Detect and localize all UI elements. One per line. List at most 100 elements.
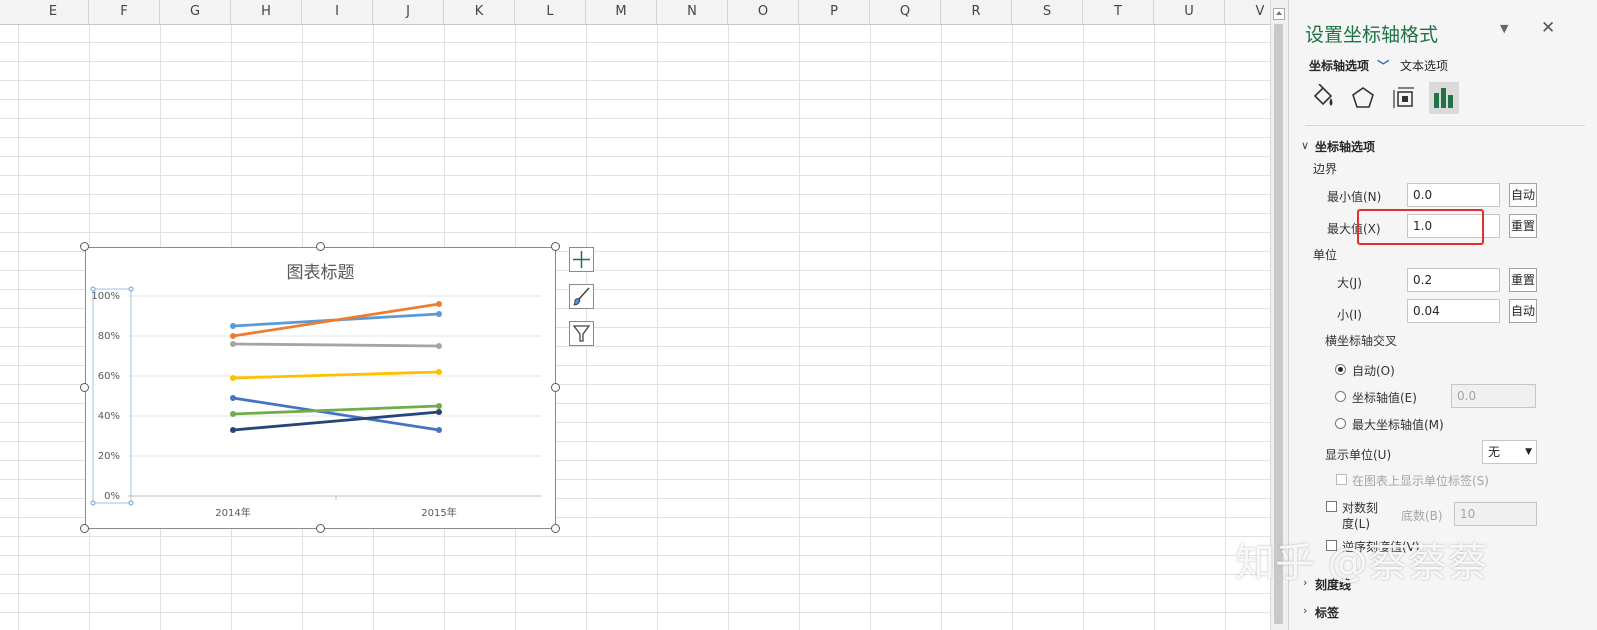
y-tick-label: 0% [104, 491, 120, 502]
log-scale-checkbox[interactable] [1326, 501, 1337, 512]
radio-axis-value[interactable] [1335, 391, 1346, 402]
size-properties-icon[interactable] [1390, 84, 1418, 112]
column-header-L[interactable]: L [515, 0, 586, 24]
data-point [230, 411, 236, 417]
data-point [436, 301, 442, 307]
dropdown-arrow-icon[interactable]: ▼ [1500, 22, 1508, 35]
chart-plot[interactable]: 0% 20% 40% 60% 80% 100% 2014年 2015年 [86, 248, 557, 530]
resize-handle-ml[interactable] [80, 383, 89, 392]
y-axis-selection-box [92, 288, 132, 504]
fill-line-icon[interactable] [1309, 84, 1337, 112]
min-input[interactable]: 0.0 [1407, 183, 1500, 207]
min-auto-button[interactable]: 自动 [1509, 183, 1537, 207]
chart-elements-button[interactable] [569, 247, 594, 272]
column-headers: EFGHIJKLMNOPQRSTUV [0, 0, 1270, 25]
max-reset-button[interactable]: 重置 [1509, 214, 1537, 238]
column-header-O[interactable]: O [728, 0, 799, 24]
column-header-S[interactable]: S [1012, 0, 1083, 24]
column-header-M[interactable]: M [586, 0, 657, 24]
major-unit-input[interactable]: 0.2 [1407, 268, 1500, 292]
y-tick-label: 60% [98, 371, 120, 382]
log-scale-label-line1[interactable]: 对数刻 [1342, 499, 1378, 516]
column-header-K[interactable]: K [444, 0, 515, 24]
display-units-select[interactable]: 无 ▼ [1482, 440, 1537, 464]
data-point [230, 333, 236, 339]
column-header-T[interactable]: T [1083, 0, 1154, 24]
radio-max-axis-value-label[interactable]: 最大坐标轴值(M) [1352, 416, 1444, 433]
resize-handle-tr[interactable] [551, 242, 560, 251]
radio-auto-label[interactable]: 自动(O) [1352, 362, 1395, 379]
spreadsheet-area[interactable]: EFGHIJKLMNOPQRSTUV 图表标题 0% 20% 40% 60% 80% 10… [0, 0, 1270, 630]
column-header-N[interactable]: N [657, 0, 728, 24]
chevron-down-icon: ▼ [1525, 447, 1532, 457]
watermark: 知乎 @蔡蔡蔡 [1235, 540, 1488, 586]
effects-pentagon-icon[interactable] [1349, 84, 1377, 112]
column-header-E[interactable]: E [18, 0, 89, 24]
column-header-U[interactable]: U [1154, 0, 1225, 24]
data-point [436, 311, 442, 317]
chart-styles-icon [573, 287, 590, 306]
data-point [436, 427, 442, 433]
column-header-J[interactable]: J [373, 0, 444, 24]
tab-axis-options[interactable]: 坐标轴选项 ﹀ [1309, 57, 1389, 74]
column-header-Q[interactable]: Q [870, 0, 941, 24]
y-axis-handle [90, 500, 96, 506]
data-point [230, 395, 236, 401]
data-point [436, 403, 442, 409]
column-header-F[interactable]: F [89, 0, 160, 24]
resize-handle-mr[interactable] [551, 383, 560, 392]
line-chart[interactable]: 图表标题 0% 20% 40% 60% 80% 100% 2014年 2015年 [85, 247, 556, 529]
log-base-label: 底数(B) [1401, 509, 1443, 523]
radio-axis-value-label[interactable]: 坐标轴值(E) [1352, 389, 1417, 406]
minor-auto-button[interactable]: 自动 [1509, 299, 1537, 323]
horizontal-axis-crosses-label: 横坐标轴交叉 [1325, 334, 1398, 348]
y-axis-handle [128, 500, 134, 506]
close-icon[interactable]: ✕ [1541, 18, 1555, 38]
radio-auto[interactable] [1335, 364, 1346, 375]
data-point [230, 375, 236, 381]
chart-elements-icon [573, 251, 590, 268]
scroll-up-button[interactable] [1273, 8, 1285, 20]
chart-filters-button[interactable] [569, 321, 594, 346]
column-header-V[interactable]: V [1225, 0, 1270, 24]
resize-handle-tl[interactable] [80, 242, 89, 251]
log-base-input[interactable]: 10 [1454, 502, 1537, 526]
resize-handle-bl[interactable] [80, 524, 89, 533]
section-axis-options[interactable]: 坐标轴选项 [1315, 138, 1375, 155]
show-units-checkbox[interactable] [1336, 474, 1347, 485]
resize-handle-bc[interactable] [316, 524, 325, 533]
y-tick-label: 40% [98, 411, 120, 422]
bounds-label: 边界 [1313, 162, 1338, 176]
column-header-P[interactable]: P [799, 0, 870, 24]
chevron-down-icon[interactable]: ∨ [1301, 139, 1309, 152]
data-point [436, 343, 442, 349]
tab-axis-options-label: 坐标轴选项 [1309, 59, 1370, 73]
y-tick-label: 80% [98, 331, 120, 342]
tab-text-options[interactable]: 文本选项 [1400, 57, 1448, 74]
y-tick-label: 20% [98, 451, 120, 462]
axis-options-bar-icon[interactable] [1430, 84, 1458, 112]
axis-value-input[interactable]: 0.0 [1451, 384, 1536, 408]
display-units-value: 无 [1488, 445, 1501, 459]
major-reset-button[interactable]: 重置 [1509, 268, 1537, 292]
chart-styles-button[interactable] [569, 284, 594, 309]
chart-filters-icon [572, 325, 591, 342]
max-label: 最大值(X) [1327, 222, 1381, 236]
column-header-G[interactable]: G [160, 0, 231, 24]
section-labels[interactable]: 标签 [1315, 604, 1339, 621]
column-header-R[interactable]: R [941, 0, 1012, 24]
data-point [230, 323, 236, 329]
min-label: 最小值(N) [1327, 190, 1382, 204]
chevron-right-icon[interactable]: › [1303, 604, 1307, 617]
data-point [436, 369, 442, 375]
show-units-label: 在图表上显示单位标签(S) [1352, 474, 1489, 488]
x-tick-label: 2014年 [215, 506, 250, 519]
resize-handle-br[interactable] [551, 524, 560, 533]
radio-max-axis-value[interactable] [1335, 418, 1346, 429]
max-input[interactable]: 1.0 [1407, 214, 1500, 238]
resize-handle-tc[interactable] [316, 242, 325, 251]
data-point [230, 427, 236, 433]
minor-unit-input[interactable]: 0.04 [1407, 299, 1500, 323]
column-header-H[interactable]: H [231, 0, 302, 24]
column-header-I[interactable]: I [302, 0, 373, 24]
